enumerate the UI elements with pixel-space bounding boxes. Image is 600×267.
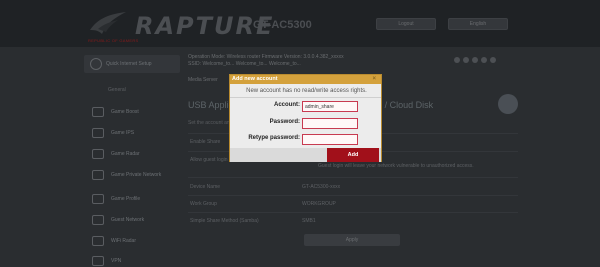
status-line-1: Operation Mode: Wireless router Firmware… bbox=[188, 54, 344, 60]
status-icons bbox=[454, 57, 496, 63]
sidebar-item-label: Game IPS bbox=[111, 130, 135, 136]
add-account-dialog: Add new account × New account has no rea… bbox=[229, 74, 382, 162]
network-icon bbox=[92, 170, 104, 180]
sidebar-item-label: Game Private Network bbox=[111, 172, 162, 178]
account-label: Account: bbox=[274, 102, 300, 108]
dialog-message: New account has no read/write access rig… bbox=[246, 88, 367, 94]
sidebar-item-game-radar[interactable]: Game Radar bbox=[84, 147, 180, 161]
dialog-divider bbox=[230, 97, 381, 98]
tab-media-server[interactable]: Media Server bbox=[188, 77, 218, 83]
retype-password-label: Retype password: bbox=[248, 135, 300, 141]
quick-setup-button[interactable]: Quick Internet Setup bbox=[84, 55, 180, 73]
sidebar-item-game-boost[interactable]: Game Boost bbox=[84, 105, 180, 119]
apply-button[interactable]: Apply bbox=[304, 234, 400, 246]
back-circle-button[interactable] bbox=[498, 94, 518, 114]
logout-button[interactable]: Logout bbox=[376, 18, 436, 30]
status-dot-icon bbox=[463, 57, 469, 63]
row-value[interactable]: GT-AC5300-xxxx bbox=[302, 184, 340, 190]
dialog-title: Add new account bbox=[232, 76, 278, 82]
sidebar-item-label: Game Profile bbox=[111, 196, 141, 202]
sidebar-item-guest-network[interactable]: Guest Network bbox=[84, 213, 180, 227]
status-dot-icon bbox=[490, 57, 496, 63]
status-dot-icon bbox=[454, 57, 460, 63]
sidebar-item-label: Game Boost bbox=[111, 109, 139, 115]
row-value[interactable]: SMB1 bbox=[302, 218, 316, 224]
row-divider bbox=[188, 195, 518, 196]
model-name: GT-AC5300 bbox=[253, 19, 312, 31]
status-line-2: SSID: Welcome_to... Welcome_to... Welcom… bbox=[188, 61, 301, 67]
row-value[interactable]: WORKGROUP bbox=[302, 201, 336, 207]
password-field[interactable] bbox=[302, 118, 358, 129]
sidebar-item-label: Game Radar bbox=[111, 151, 140, 157]
globe-icon bbox=[92, 215, 104, 225]
dialog-title-bar: Add new account × bbox=[230, 75, 381, 84]
rocket-icon bbox=[92, 107, 104, 117]
retype-password-field[interactable] bbox=[302, 134, 358, 145]
row-divider bbox=[188, 212, 518, 213]
sidebar: Quick Internet Setup General Game Boost … bbox=[78, 47, 182, 267]
account-field[interactable] bbox=[302, 101, 358, 112]
sidebar-item-label: Guest Network bbox=[111, 217, 145, 223]
sidebar-item-game-profile[interactable]: Game Profile bbox=[84, 192, 180, 206]
sidebar-item-wifi-radar[interactable]: WiFi Radar bbox=[84, 234, 180, 248]
row-label: Work Group bbox=[190, 201, 217, 207]
sidebar-item-game-ips[interactable]: Game IPS bbox=[84, 126, 180, 140]
rog-caption: REPUBLIC OF GAMERS bbox=[88, 38, 139, 43]
close-icon[interactable]: × bbox=[372, 75, 376, 84]
shield-icon bbox=[92, 128, 104, 138]
sidebar-item-game-private-network[interactable]: Game Private Network bbox=[84, 168, 180, 182]
sidebar-item-vpn[interactable]: VPN bbox=[84, 254, 180, 267]
top-header: REPUBLIC OF GAMERS RAPTURE GT-AC5300 Log… bbox=[0, 0, 600, 47]
add-button[interactable]: Add bbox=[327, 148, 379, 162]
controller-icon bbox=[92, 194, 104, 204]
status-dot-icon bbox=[481, 57, 487, 63]
row-label: Device Name bbox=[190, 184, 221, 190]
wifi-icon bbox=[92, 236, 104, 246]
row-divider bbox=[188, 177, 518, 178]
radar-icon bbox=[92, 149, 104, 159]
quick-setup-icon bbox=[90, 58, 102, 70]
quick-setup-label: Quick Internet Setup bbox=[106, 61, 152, 67]
sidebar-item-label: VPN bbox=[111, 258, 122, 264]
password-label: Password: bbox=[269, 119, 300, 125]
general-heading: General bbox=[108, 87, 126, 93]
rog-eye-logo-icon bbox=[90, 12, 126, 34]
row-label: Enable Share bbox=[190, 139, 221, 145]
vpn-icon bbox=[92, 256, 104, 266]
guest-login-note: Guest login will leave your network vuln… bbox=[318, 163, 474, 169]
row-label: Simple Share Method (Samba) bbox=[190, 218, 259, 224]
status-dot-icon bbox=[472, 57, 478, 63]
sidebar-item-label: WiFi Radar bbox=[111, 238, 137, 244]
row-label: Allow guest login bbox=[190, 157, 228, 163]
language-select[interactable]: English bbox=[448, 18, 508, 30]
